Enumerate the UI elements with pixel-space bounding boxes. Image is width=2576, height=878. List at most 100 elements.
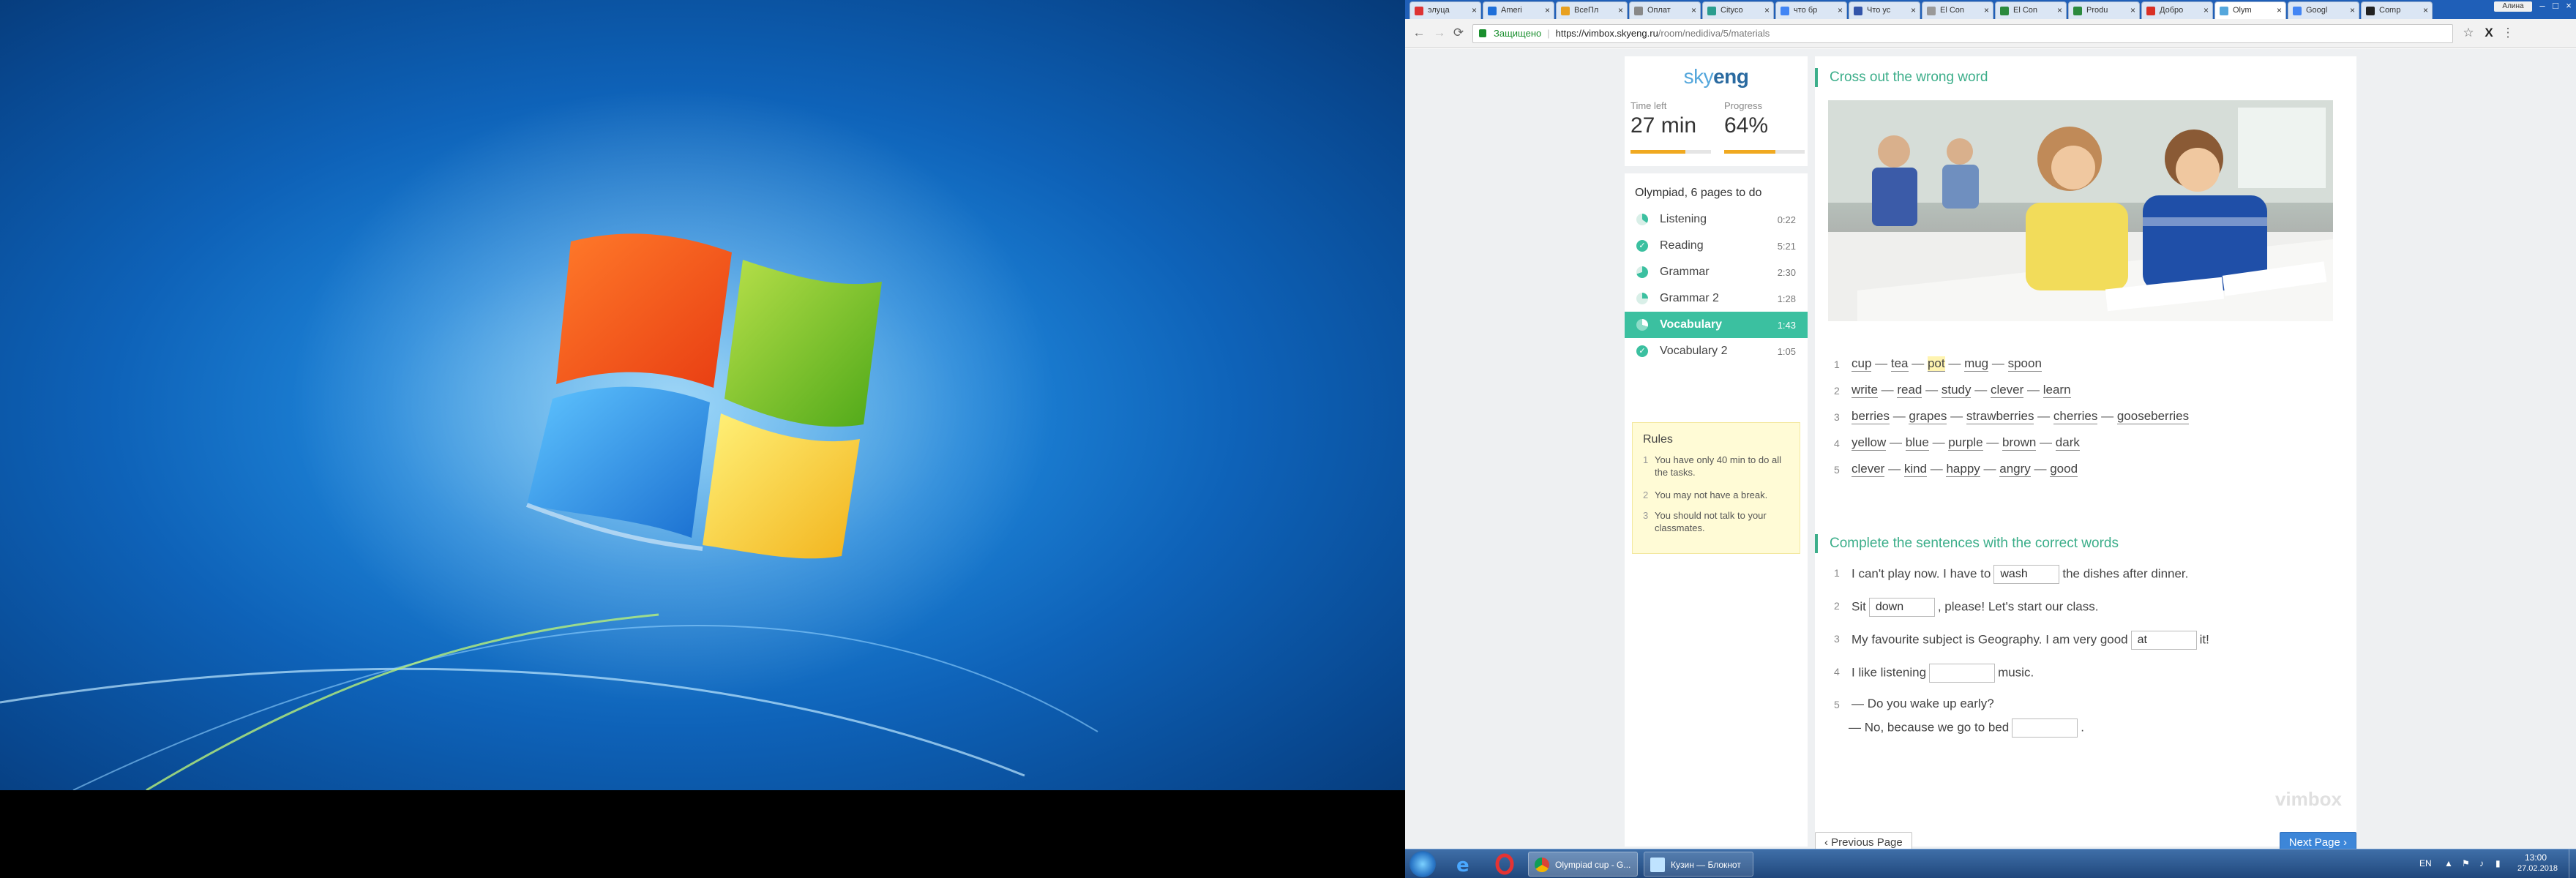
selectable-word[interactable]: clever <box>1852 462 1885 477</box>
flag-icon[interactable]: ⚑ <box>2462 858 2470 868</box>
word-list: yellow — blue — purple — brown — dark <box>1852 435 2080 451</box>
close-tab-icon[interactable]: × <box>2350 5 2355 15</box>
back-arrow-icon[interactable]: ← <box>1411 25 1427 41</box>
start-button[interactable] <box>1409 851 1436 877</box>
selectable-word[interactable]: clever <box>1990 383 2024 398</box>
clock-time[interactable]: 13:00 <box>2525 852 2547 863</box>
partial-progress-icon <box>1636 266 1648 278</box>
reload-icon[interactable]: ⟳ <box>1450 25 1467 41</box>
answer-input[interactable]: wash <box>1993 565 2060 584</box>
favicon-icon <box>2366 7 2375 15</box>
selectable-word[interactable]: pot <box>1927 356 1945 372</box>
selectable-word[interactable]: purple <box>1948 435 1983 451</box>
close-tab-icon[interactable]: × <box>2423 5 2428 15</box>
address-bar: ← → ⟳ Защищено | https://vimbox.skyeng.ru/… <box>1405 19 2576 48</box>
browser-tab-active[interactable]: Olym × <box>2214 1 2286 19</box>
sidebar-item-grammar-2[interactable]: Grammar 2 1:28 <box>1625 285 1808 312</box>
forward-arrow-icon[interactable]: → <box>1431 25 1448 41</box>
selectable-word[interactable]: dark <box>2055 435 2080 451</box>
browser-tab[interactable]: El Con × <box>1995 1 2067 19</box>
language-indicator[interactable]: EN <box>2419 858 2432 868</box>
selectable-word[interactable]: tea <box>1890 356 1909 372</box>
browser-tab[interactable]: Ameri × <box>1483 1 1554 19</box>
bookmark-star-icon[interactable]: ☆ <box>2460 25 2476 41</box>
browser-tab[interactable]: Produ × <box>2068 1 2140 19</box>
close-tab-icon[interactable]: × <box>1764 5 1770 15</box>
time-left-bar <box>1630 150 1711 154</box>
close-tab-icon[interactable]: × <box>1472 5 1477 15</box>
browser-tab[interactable]: Добро × <box>2141 1 2213 19</box>
selectable-word[interactable]: gooseberries <box>2116 409 2190 424</box>
selectable-word[interactable]: grapes <box>1909 409 1947 424</box>
rule-item: 2 You may not have a break. <box>1643 489 1768 500</box>
selectable-word[interactable]: cup <box>1852 356 1872 372</box>
clock-date[interactable]: 27.02.2018 <box>2517 864 2558 873</box>
selectable-word[interactable]: strawberries <box>1966 409 2034 424</box>
skyeng-logo[interactable]: skyeng <box>1625 65 1808 89</box>
selectable-word[interactable]: cherries <box>2053 409 2098 424</box>
selectable-word[interactable]: berries <box>1852 409 1890 424</box>
sidebar-item-grammar[interactable]: Grammar 2:30 <box>1625 259 1808 285</box>
browser-tab[interactable]: Googl × <box>2288 1 2359 19</box>
close-tab-icon[interactable]: × <box>1911 5 1916 15</box>
selectable-word[interactable]: spoon <box>2007 356 2042 372</box>
volume-icon[interactable]: ♪ <box>2479 858 2484 868</box>
answer-input[interactable]: down <box>1868 598 1935 617</box>
close-window-icon[interactable]: × <box>2563 0 2575 15</box>
selectable-word[interactable]: study <box>1941 383 1972 398</box>
opera-icon[interactable] <box>1490 852 1519 876</box>
browser-tab[interactable]: что бр × <box>1775 1 1847 19</box>
internet-explorer-icon[interactable]: e <box>1448 852 1477 877</box>
close-tab-icon[interactable]: × <box>1545 5 1550 15</box>
close-tab-icon[interactable]: × <box>2277 5 2282 15</box>
browser-tab[interactable]: Что ус × <box>1849 1 1920 19</box>
minimize-icon[interactable]: – <box>2536 0 2548 15</box>
profile-chip[interactable]: Алина <box>2494 1 2532 12</box>
rule-item: 1 You have only 40 min to do all the task… <box>1643 454 1781 478</box>
browser-tab[interactable]: Comp × <box>2361 1 2433 19</box>
menu-dots-icon[interactable]: ⋮ <box>2500 25 2516 41</box>
close-tab-icon[interactable]: × <box>2204 5 2209 15</box>
browser-tab[interactable]: El Con × <box>1922 1 1993 19</box>
sidebar-item-listening[interactable]: Listening 0:22 <box>1625 206 1808 233</box>
show-desktop-button[interactable] <box>2569 849 2576 878</box>
taskbar-app-chrome[interactable]: Olympiad cup - G... <box>1528 852 1638 877</box>
taskbar-app-notepad[interactable]: Кузин — Блокнот <box>1644 852 1753 877</box>
sidebar-item-vocabulary[interactable]: Vocabulary 1:43 <box>1625 312 1808 338</box>
selectable-word[interactable]: good <box>2050 462 2078 477</box>
browser-tab[interactable]: Оплат × <box>1629 1 1701 19</box>
extension-icon[interactable]: X <box>2481 25 2497 41</box>
chrome-icon <box>1535 858 1549 872</box>
network-icon[interactable]: ▮ <box>2496 858 2501 868</box>
answer-input[interactable]: at <box>2130 631 2197 650</box>
close-tab-icon[interactable]: × <box>1618 5 1623 15</box>
close-tab-icon[interactable]: × <box>1838 5 1843 15</box>
selectable-word[interactable]: blue <box>1905 435 1929 451</box>
browser-tab[interactable]: элуца × <box>1409 1 1481 19</box>
selectable-word[interactable]: angry <box>1999 462 2031 477</box>
selectable-word[interactable]: read <box>1897 383 1922 398</box>
selectable-word[interactable]: yellow <box>1852 435 1887 451</box>
close-tab-icon[interactable]: × <box>2130 5 2135 15</box>
selectable-word[interactable]: write <box>1852 383 1878 398</box>
selectable-word[interactable]: brown <box>2002 435 2037 451</box>
selectable-word[interactable]: happy <box>1946 462 1980 477</box>
word-separator: — <box>1922 383 1942 397</box>
tray-arrow-icon[interactable]: ▲ <box>2444 858 2453 868</box>
selectable-word[interactable]: kind <box>1903 462 1927 477</box>
maximize-icon[interactable]: □ <box>2550 0 2561 15</box>
rule-item: 3 You should not talk to your classmates. <box>1643 510 1767 533</box>
progress-value: 64% <box>1724 113 1769 138</box>
sidebar-item-reading[interactable]: ✓ Reading 5:21 <box>1625 233 1808 259</box>
selectable-word[interactable]: learn <box>2043 383 2071 398</box>
sidebar-item-vocabulary-2[interactable]: ✓ Vocabulary 2 1:05 <box>1625 338 1808 364</box>
selectable-word[interactable]: mug <box>1964 356 1989 372</box>
close-tab-icon[interactable]: × <box>2057 5 2062 15</box>
browser-tab[interactable]: Cityco × <box>1702 1 1774 19</box>
url-input[interactable]: Защищено | https://vimbox.skyeng.ru/room/n… <box>1472 24 2453 43</box>
close-tab-icon[interactable]: × <box>1984 5 1989 15</box>
answer-input[interactable] <box>2012 718 2078 738</box>
answer-input[interactable] <box>1929 664 1996 683</box>
browser-tab[interactable]: ВсеПл × <box>1556 1 1628 19</box>
close-tab-icon[interactable]: × <box>1691 5 1696 15</box>
